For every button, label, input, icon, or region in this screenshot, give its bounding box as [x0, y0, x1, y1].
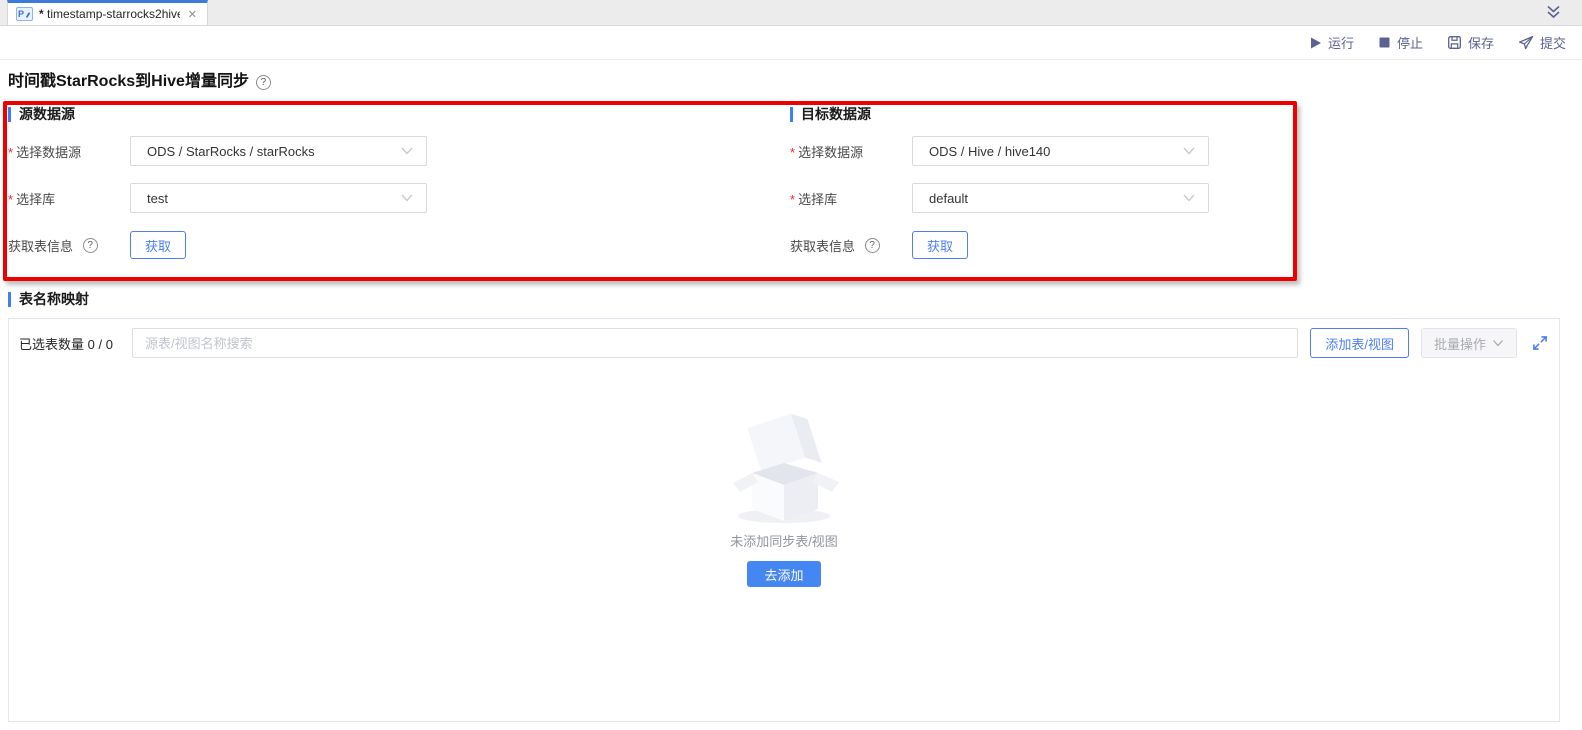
table-search-input[interactable] [132, 328, 1298, 358]
pencil-icon [25, 11, 31, 18]
source-database-row: *选择库 test [8, 183, 708, 213]
go-add-button[interactable]: 去添加 [747, 561, 820, 587]
tab-timestamp-starrocks2hive[interactable]: P * timestamp-starrocks2hive ✕ [7, 0, 208, 25]
target-datasource-row: *选择数据源 ODS / Hive / hive140 [790, 136, 1490, 166]
batch-operation-button[interactable]: 批量操作 [1421, 328, 1517, 358]
target-fetch-button[interactable]: 获取 [912, 231, 968, 259]
target-panel-header: 目标数据源 [790, 106, 1490, 122]
mapping-container: 已选表数量 0 / 0 添加表/视图 批量操作 [8, 318, 1560, 722]
empty-box-illustration [724, 413, 844, 525]
save-button[interactable]: 保存 [1447, 33, 1494, 52]
submit-button[interactable]: 提交 [1518, 33, 1566, 52]
target-database-select[interactable]: default [912, 183, 1209, 213]
target-fetch-row: 获取表信息 ? 获取 [790, 230, 1490, 260]
action-toolbar: 运行 停止 保存 提交 [0, 26, 1582, 60]
tab-title: * timestamp-starrocks2hive [39, 7, 180, 21]
modified-marker: * [39, 7, 44, 21]
section-accent-bar [8, 107, 11, 122]
fetch-help-icon[interactable]: ? [83, 238, 98, 253]
required-asterisk: * [8, 192, 13, 207]
title-help-icon[interactable]: ? [256, 75, 271, 90]
submit-icon [1518, 35, 1534, 50]
save-icon [1447, 35, 1462, 50]
run-icon [1309, 36, 1322, 50]
page-title: 时间戳StarRocks到Hive增量同步 [8, 72, 249, 92]
target-panel: 目标数据源 *选择数据源 ODS / Hive / hive140 *选择库 d… [790, 106, 1490, 277]
required-asterisk: * [790, 192, 795, 207]
page-title-row: 时间戳StarRocks到Hive增量同步 ? [0, 60, 1582, 98]
tab-bar: P * timestamp-starrocks2hive ✕ [0, 0, 1582, 26]
target-datasource-select[interactable]: ODS / Hive / hive140 [912, 136, 1209, 166]
chevron-down-icon [1492, 339, 1504, 348]
section-accent-bar [8, 292, 11, 307]
selected-count-value: 0 / 0 [88, 337, 113, 352]
section-accent-bar [790, 107, 793, 122]
collapse-tabs-icon[interactable] [1545, 5, 1562, 20]
mapping-section-header: 表名称映射 [8, 290, 1582, 308]
mapping-toolbar: 已选表数量 0 / 0 添加表/视图 批量操作 [19, 328, 1549, 358]
stop-icon [1378, 36, 1391, 49]
chevron-down-icon [1182, 146, 1196, 156]
source-datasource-select[interactable]: ODS / StarRocks / starRocks [130, 136, 427, 166]
source-panel: 源数据源 *选择数据源 ODS / StarRocks / starRocks … [8, 106, 708, 277]
chevron-down-icon [400, 146, 414, 156]
source-database-select[interactable]: test [130, 183, 427, 213]
chevron-down-icon [400, 193, 414, 203]
datasource-form-area: 源数据源 *选择数据源 ODS / StarRocks / starRocks … [0, 98, 1582, 290]
fetch-help-icon[interactable]: ? [865, 238, 880, 253]
fullscreen-expand-icon[interactable] [1531, 334, 1549, 352]
target-database-row: *选择库 default [790, 183, 1490, 213]
source-panel-header: 源数据源 [8, 106, 708, 122]
stop-button[interactable]: 停止 [1378, 33, 1423, 52]
empty-state: 未添加同步表/视图 去添加 [19, 413, 1549, 587]
empty-state-text: 未添加同步表/视图 [730, 531, 838, 550]
run-button[interactable]: 运行 [1309, 33, 1354, 52]
chevron-down-icon [1182, 193, 1196, 203]
node-type-icon: P [16, 7, 33, 21]
source-fetch-row: 获取表信息 ? 获取 [8, 230, 708, 260]
add-table-view-button[interactable]: 添加表/视图 [1310, 328, 1409, 358]
source-fetch-button[interactable]: 获取 [130, 231, 186, 259]
close-icon[interactable]: ✕ [186, 8, 199, 21]
source-datasource-row: *选择数据源 ODS / StarRocks / starRocks [8, 136, 708, 166]
required-asterisk: * [8, 145, 13, 160]
required-asterisk: * [790, 145, 795, 160]
selected-count-label: 已选表数量 0 / 0 [19, 334, 132, 353]
